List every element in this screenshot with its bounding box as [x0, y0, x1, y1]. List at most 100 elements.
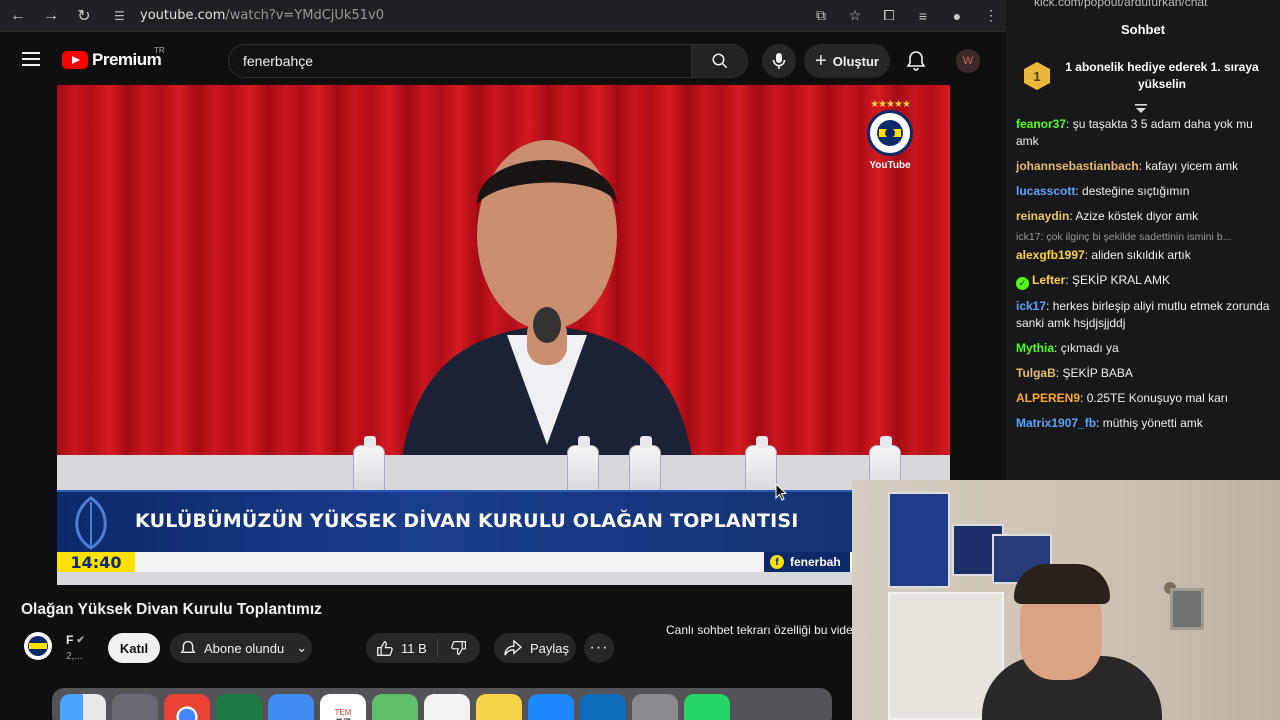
screen: ← → ↻ ☰ youtube.com/watch?v=YMdCjUk51v0 …	[0, 0, 1280, 720]
chat-message[interactable]: ick17: herkes birleşip aliyi mutlu etmek…	[1006, 294, 1280, 336]
reload-icon[interactable]: ↻	[69, 1, 99, 31]
chat-reply-context[interactable]: ick17: çok ilginç bi şekilde sadettinin …	[1006, 229, 1280, 243]
chat-username[interactable]: TulgaB	[1016, 366, 1056, 380]
system-settings-icon[interactable]	[632, 694, 678, 720]
chat-text: Azize köstek diyor amk	[1075, 209, 1199, 223]
finder-icon[interactable]	[60, 694, 106, 720]
install-icon[interactable]: ⧉	[812, 7, 830, 25]
extensions-icon[interactable]: ⧠	[880, 7, 898, 25]
youtube-logo[interactable]: Premium TR	[62, 46, 165, 70]
address-bar[interactable]: ☰ youtube.com/watch?v=YMdCjUk51v0	[108, 3, 856, 28]
chat-message[interactable]: lucasscott: desteğine sıçtığımın	[1006, 179, 1280, 204]
search-button[interactable]	[691, 45, 747, 77]
chat-username[interactable]: ALPEREN9	[1016, 391, 1080, 405]
mail-icon[interactable]	[268, 694, 314, 720]
whatsapp-icon[interactable]	[684, 694, 730, 720]
chat-message[interactable]: Matrix1907_fb: müthiş yönetti amk	[1006, 411, 1280, 436]
app-store-icon[interactable]	[528, 694, 574, 720]
chat-text: herkes birleşip aliyi mutlu etmek zorund…	[1016, 299, 1270, 330]
chat-message[interactable]: ✓ Lefter: ŞEKİP KRAL AMK	[1006, 268, 1280, 294]
profile-icon[interactable]: ●	[948, 7, 966, 25]
rank-badge-icon: 1	[1024, 62, 1050, 90]
chat-message[interactable]: reinaydin: Azize köstek diyor amk	[1006, 204, 1280, 229]
share-button[interactable]: Paylaş	[494, 633, 576, 663]
chrome-icon[interactable]	[164, 694, 210, 720]
channel-watermark: ★★★★★ YouTube	[865, 99, 915, 171]
notifications-bell-icon[interactable]	[906, 50, 926, 72]
share-arrow-icon	[504, 640, 522, 656]
chat-username[interactable]: Mythia	[1016, 341, 1054, 355]
account-avatar[interactable]: W	[956, 49, 980, 73]
chat-username[interactable]: alexgfb1997	[1016, 248, 1085, 262]
chat-username[interactable]: lucasscott	[1016, 184, 1075, 198]
chat-text: ŞEKİP BABA	[1062, 366, 1133, 380]
chat-text: aliden sıkıldık artık	[1091, 248, 1191, 262]
like-dislike-group: 11 B	[366, 633, 480, 663]
chat-username[interactable]: reinaydin	[1016, 209, 1069, 223]
chevron-down-icon: ⌄	[296, 640, 308, 655]
dislike-button[interactable]	[438, 640, 480, 656]
browser-toolbar: ← → ↻ ☰ youtube.com/watch?v=YMdCjUk51v0 …	[0, 0, 1006, 32]
chat-text: 0.25TE Konuşuyo mal karı	[1086, 391, 1229, 405]
outlook-icon[interactable]	[580, 694, 626, 720]
chat-username[interactable]: johannsebastianbach	[1016, 159, 1139, 173]
chat-title: Sohbet	[1120, 22, 1166, 37]
back-icon[interactable]: ←	[3, 1, 33, 31]
chat-text: desteğine sıçtığımın	[1082, 184, 1190, 198]
calendar-icon[interactable]: TEM 27	[320, 694, 366, 720]
video-player[interactable]: ★★★★★ YouTube KULÜBÜMÜZÜN YÜKSEK DİVAN K…	[57, 85, 950, 585]
more-actions-icon[interactable]: ···	[584, 633, 614, 663]
browser-actions: ⧉ ☆ ⧠ ≡ ● ⋮	[812, 3, 1000, 28]
chat-message[interactable]: TulgaB: ŞEKİP BABA	[1006, 361, 1280, 386]
chat-message[interactable]: ALPEREN9: 0.25TE Konuşuyo mal karı	[1006, 386, 1280, 411]
channel-name-text: F	[66, 633, 74, 647]
like-button[interactable]: 11 B	[366, 638, 438, 658]
thumbs-down-icon	[451, 641, 466, 656]
chat-username[interactable]: ick17	[1016, 299, 1046, 313]
like-count: 11 B	[401, 640, 427, 656]
chat-separator: :	[1096, 416, 1103, 430]
browser-menu-icon[interactable]: ⋮	[982, 7, 1000, 25]
chat-message[interactable]: Mythia: çıkmadı ya	[1006, 336, 1280, 361]
youtube-header: Premium TR + Oluştur W	[0, 36, 1006, 86]
chat-message[interactable]: feanor37: şu taşakta 3 5 adam daha yok m…	[1006, 112, 1280, 154]
voice-search-button[interactable]	[762, 44, 796, 78]
pinned-gift-banner[interactable]: 1 1 abonelik hediye ederek 1. sıraya yük…	[1012, 52, 1274, 100]
channel-name[interactable]: F ✔	[66, 633, 85, 647]
chat-message[interactable]: alexgfb1997: aliden sıkıldık artık	[1006, 243, 1280, 268]
chat-message[interactable]: johannsebastianbach: kafayı yicem amk	[1006, 154, 1280, 179]
fenerbahce-crest-icon	[867, 110, 913, 156]
bookmark-star-icon[interactable]: ☆	[846, 7, 864, 25]
subscribed-button[interactable]: Abone olundu ⌄	[170, 633, 312, 663]
reminders-icon[interactable]	[424, 694, 470, 720]
notes-icon[interactable]	[476, 694, 522, 720]
chat-separator: :	[1046, 299, 1053, 313]
streamer-hair	[1014, 564, 1110, 604]
url-path: /watch?v=YMdCjUk51v0	[225, 8, 384, 23]
logo-region: TR	[154, 46, 165, 55]
maps-icon[interactable]	[372, 694, 418, 720]
chat-username[interactable]: feanor37	[1016, 117, 1066, 131]
media-control-icon[interactable]: ≡	[914, 7, 932, 25]
site-settings-icon[interactable]: ☰	[114, 9, 132, 23]
channel-avatar[interactable]	[24, 632, 52, 660]
calendar-day: 27	[335, 716, 351, 720]
launchpad-icon[interactable]	[112, 694, 158, 720]
broadcast-clock: 14:40	[57, 552, 135, 572]
join-button[interactable]: Katıl	[108, 633, 160, 663]
verified-icon: ✔	[76, 634, 85, 646]
create-button[interactable]: + Oluştur	[804, 44, 890, 78]
chat-url: kick.com/popout/ardufurkan/chat	[1034, 0, 1208, 9]
hamburger-menu-icon[interactable]	[22, 52, 40, 66]
search-input[interactable]	[229, 45, 691, 77]
forward-icon[interactable]: →	[36, 1, 66, 31]
chat-username[interactable]: Lefter	[1032, 273, 1065, 287]
chat-username[interactable]: Matrix1907_fb	[1016, 416, 1096, 430]
create-label: Oluştur	[832, 53, 879, 69]
logo-premium-text: Premium	[92, 50, 162, 69]
chat-text: kafayı yicem amk	[1145, 159, 1239, 173]
chat-separator: :	[1080, 391, 1087, 405]
webcam-overlay	[852, 480, 1280, 720]
brand-f-icon: f	[770, 555, 784, 569]
excel-icon[interactable]	[216, 694, 262, 720]
